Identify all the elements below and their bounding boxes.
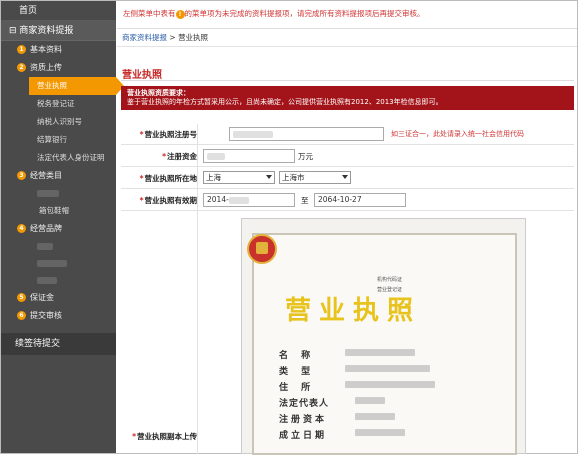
step-number-icon: 4: [17, 224, 26, 233]
location-label: *营业执照所在地: [139, 174, 197, 183]
divider: [121, 80, 574, 81]
page-title: 营业执照: [122, 70, 162, 81]
sidebar-section-qualification[interactable]: 2 资质上传: [1, 59, 116, 77]
sidebar-item-tax-registration[interactable]: 税务登记证: [1, 95, 116, 113]
sidebar-item-blurred[interactable]: [1, 272, 116, 289]
reg-no-hint: 如三证合一，此处请录入统一社会信用代码: [391, 130, 524, 138]
sidebar-header[interactable]: ⊟ 商家资料提报: [1, 21, 116, 41]
valid-to-input[interactable]: 2064-10-27: [314, 193, 406, 207]
redacted-value: [345, 381, 435, 388]
valid-from-input[interactable]: 2014-: [203, 193, 295, 207]
sidebar-item-legal-rep-id[interactable]: 法定代表人身份证明: [1, 149, 116, 167]
reg-no-input[interactable]: [229, 127, 384, 141]
chevron-down-icon: [342, 175, 348, 179]
step-number-icon: 6: [17, 311, 26, 320]
redacted-value: [345, 349, 415, 356]
sidebar-renewal-pending[interactable]: 续签待提交: [1, 333, 116, 355]
sidebar-item-blurred[interactable]: [1, 255, 116, 272]
sidebar-section-basic[interactable]: 1 基本资料: [1, 41, 116, 59]
sidebar-item-blurred[interactable]: [1, 185, 116, 202]
capital-unit: 万元: [298, 152, 313, 161]
step-number-icon: 5: [17, 293, 26, 302]
requirements-text: 鉴于营业执照的年检方式暂采用公示，且尚未确定，公司提供营业执照有2012、201…: [127, 98, 443, 106]
national-emblem-icon: [247, 234, 277, 264]
sidebar-section-deposit[interactable]: 5 保证金: [1, 289, 116, 307]
cert-field: 成立日期: [279, 431, 328, 441]
certificate-title: 营业执照: [285, 296, 422, 326]
validity-separator: 至: [301, 196, 309, 205]
sidebar-item-blurred[interactable]: [1, 238, 116, 255]
form-row-reg-no: *营业执照注册号 如三证合一，此处请录入统一社会信用代码: [121, 124, 574, 145]
sidebar-section-label: 提交审核: [30, 311, 62, 320]
sidebar-section-category[interactable]: 3 经营类目: [1, 167, 116, 185]
sidebar-section-label: 保证金: [30, 293, 54, 302]
capital-input[interactable]: [203, 149, 295, 163]
cert-field: 住 所: [279, 383, 316, 393]
sidebar-section-label: 经营类目: [30, 171, 62, 180]
requirements-box: 营业执照资质要求： 鉴于营业执照的年检方式暂采用公示，且尚未确定，公司提供营业执…: [121, 86, 574, 110]
sidebar-section-label: 资质上传: [30, 63, 62, 72]
form-row-location: *营业执照所在地 上海 上海市: [121, 168, 574, 189]
step-number-icon: 3: [17, 171, 26, 180]
validity-label: *营业执照有效期: [139, 196, 197, 205]
redacted-value: [355, 429, 405, 436]
cert-field: 法定代表人: [279, 399, 330, 409]
capital-label: *注册资金: [162, 152, 197, 161]
form-row-validity: *营业执照有效期 2014- 至 2064-10-27: [121, 190, 574, 211]
sidebar-item-business-license[interactable]: 营业执照: [29, 77, 124, 95]
cert-field: 类 型: [279, 367, 316, 377]
reg-no-label: *营业执照注册号: [139, 130, 197, 139]
sidebar-section-label: 基本资料: [30, 45, 62, 54]
sidebar-section-submit[interactable]: 6 提交审核: [1, 307, 116, 325]
redacted-value: [355, 397, 385, 404]
province-select[interactable]: 上海: [203, 171, 275, 184]
sidebar-item-taxpayer-id[interactable]: 纳税人识别号: [1, 113, 116, 131]
sidebar-section-label: 经营品牌: [30, 224, 62, 233]
sidebar-item-category-bags[interactable]: 箱包鞋帽: [1, 202, 116, 220]
city-select[interactable]: 上海市: [279, 171, 351, 184]
step-number-icon: 2: [17, 63, 26, 72]
sidebar: 首页 ⊟ 商家资料提报 1 基本资料 2 资质上传 营业执照 税务登记证 纳税人识别…: [1, 1, 124, 453]
cert-field: 名 称: [279, 351, 316, 361]
sidebar-section-brand[interactable]: 4 经营品牌: [1, 220, 116, 238]
redacted-value: [345, 365, 430, 372]
chevron-down-icon: [266, 175, 272, 179]
form-row-capital: *注册资金 万元: [121, 146, 574, 167]
step-number-icon: 1: [17, 45, 26, 54]
sidebar-home[interactable]: 首页: [1, 1, 116, 21]
requirements-title: 营业执照资质要求：: [127, 89, 190, 97]
cert-field: 注册资本: [279, 415, 328, 425]
sidebar-item-settlement-bank[interactable]: 结算银行: [1, 131, 116, 149]
copy-upload-label: *营业执照副本上传: [132, 432, 197, 441]
cert-small-text: 机构代码证: [377, 277, 403, 283]
redacted-value: [355, 413, 395, 420]
